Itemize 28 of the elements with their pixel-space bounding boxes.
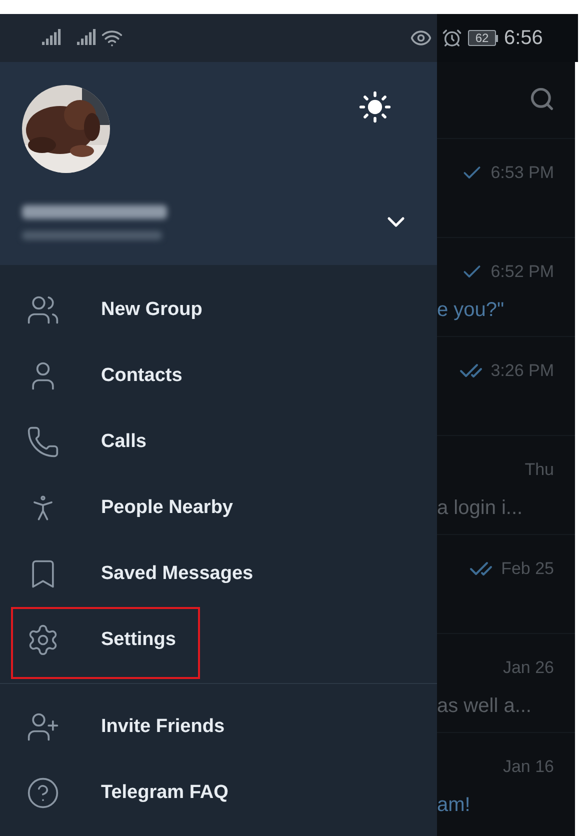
menu-item[interactable]: People Nearby (0, 475, 437, 541)
menu-item[interactable]: New Group (0, 277, 437, 343)
chat-preview: e you?" (437, 298, 504, 322)
menu-item[interactable]: Settings (0, 607, 437, 673)
help-icon (26, 776, 60, 810)
signal-icon (77, 29, 97, 47)
menu-item[interactable]: Invite Friends (0, 694, 437, 760)
chat-time: Thu (524, 459, 554, 481)
menu-item[interactable]: Calls (0, 409, 437, 475)
chat-preview: am! (437, 792, 470, 818)
signal-icon (42, 29, 62, 47)
battery-icon: 62 (468, 30, 498, 46)
chat-time: Jan 16 (502, 756, 554, 778)
chat-time: 6:53 PM (490, 162, 554, 184)
chat-time: 3:26 PM (490, 360, 554, 382)
chat-time: 6:52 PM (490, 261, 554, 283)
chat-preview: a login i... (437, 496, 523, 520)
menu-item[interactable]: Saved Messages (0, 541, 437, 607)
clock-time: 6:56 (504, 26, 543, 51)
phone-icon (26, 425, 60, 459)
search-icon[interactable] (529, 86, 555, 112)
chat-preview: as well a... (437, 694, 532, 718)
alarm-icon (442, 28, 462, 48)
menu-item[interactable]: Contacts (0, 343, 437, 409)
menu-item[interactable]: Telegram FAQ (0, 760, 437, 826)
chat-time: Feb 25 (501, 558, 554, 580)
chat-time: Jan 26 (502, 657, 554, 679)
brightness-icon[interactable] (358, 90, 392, 124)
